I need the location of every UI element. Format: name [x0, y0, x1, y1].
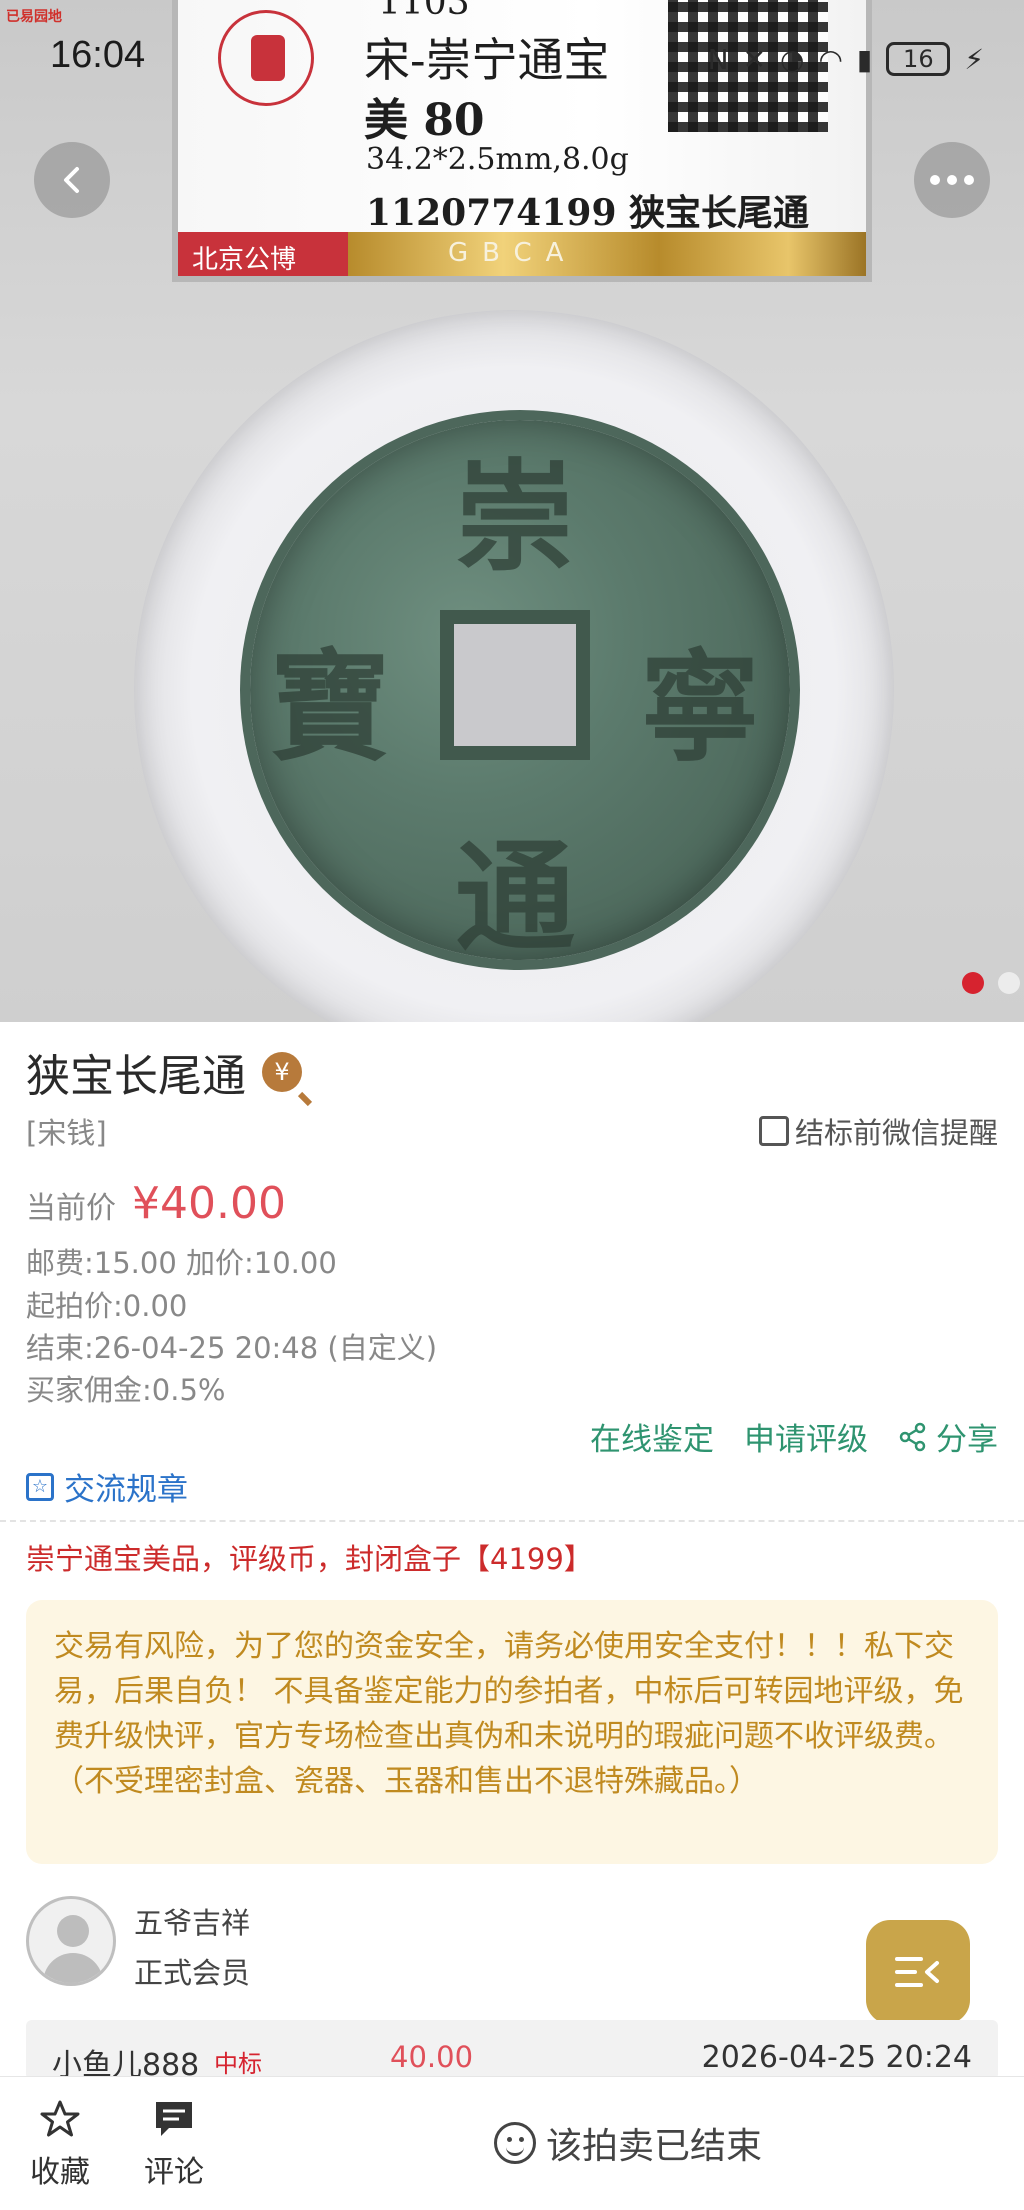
action-links: 在线鉴定 申请评级 分享: [590, 1414, 998, 1459]
remind-label: 结标前微信提醒: [794, 1116, 998, 1150]
label-org-text: 北京公博: [192, 245, 297, 275]
favorite-label: 收藏: [30, 2155, 90, 2190]
status-icons: N ✕ ◔ ◠ ▮ 16 ⚡: [708, 42, 984, 76]
seller-info: 五爷吉祥 正式会员: [134, 1896, 250, 1992]
end-time: 结束:26-04-25 20:48 (自定义): [26, 1331, 438, 1365]
charging-icon: ⚡: [964, 42, 984, 76]
wechat-remind-toggle[interactable]: 结标前微信提醒: [758, 1110, 998, 1152]
seller-avatar[interactable]: [26, 1896, 116, 1986]
comment-icon: [156, 2102, 192, 2136]
winning-bid-row: 小鱼儿888 中标 40.00 2026-04-25 20:24: [26, 2020, 998, 2083]
label-serial: 1120774199 狭宝长尾通: [366, 192, 810, 234]
coin-square-hole: [440, 610, 590, 760]
apply-grading-link[interactable]: 申请评级: [744, 1414, 868, 1459]
nfc-icon: N: [707, 42, 729, 76]
image-pager: [962, 972, 1020, 994]
share-label: 分享: [936, 1422, 998, 1458]
star-icon: [40, 2100, 80, 2137]
signal-icon: ▮: [856, 42, 873, 76]
item-title-row: 狭宝长尾通 ¥: [26, 1040, 302, 1104]
auction-ended-status: 该拍卖已结束: [494, 2117, 762, 2169]
mute-icon: ✕: [742, 42, 767, 76]
current-price-label: 当前价: [26, 1191, 116, 1226]
seller-name: 五爷吉祥: [134, 1906, 251, 1940]
label-spec: 34.2*2.5mm,8.0g: [366, 142, 629, 177]
price-row: 当前价 ¥40.00: [26, 1178, 286, 1229]
auction-ended-label: 该拍卖已结束: [546, 2126, 763, 2167]
section-divider: [0, 1520, 1024, 1522]
bottom-bar: 收藏 评论 该拍卖已结束: [0, 2076, 1024, 2210]
label-band: GBCA: [348, 232, 866, 276]
bid-won-tag: 中标: [214, 2050, 262, 2078]
pager-dot[interactable]: [998, 972, 1020, 994]
app-badge: 已易园地: [6, 9, 62, 25]
comment-button[interactable]: 评论: [144, 2099, 204, 2191]
label-org: 北京公博: [178, 232, 348, 276]
coin-char-left: 寶: [270, 637, 390, 778]
coin-char-bottom: 通: [455, 827, 575, 968]
more-dots-icon: [930, 175, 974, 185]
coin-char-top: 崇: [455, 447, 575, 588]
item-category[interactable]: [宋钱]: [26, 1110, 107, 1152]
description-title: 崇宁通宝美品，评级币，封闭盒子【4199】: [26, 1542, 593, 1576]
collapse-menu-icon: [895, 1957, 939, 1987]
share-icon: [899, 1422, 926, 1451]
exchange-rules-link[interactable]: ☆ 交流规章: [26, 1464, 188, 1509]
favorite-button[interactable]: 收藏: [30, 2099, 90, 2191]
coin-char-right: 寧: [640, 637, 760, 778]
start-price: 起拍价:0.00: [26, 1289, 188, 1323]
bid-time: 2026-04-25 20:24: [701, 2040, 972, 2075]
remind-checkbox[interactable]: [758, 1116, 789, 1146]
label-band-text: GBCA: [448, 238, 578, 268]
smile-icon: [494, 2122, 536, 2164]
wifi-icon: ◠: [818, 42, 843, 76]
bid-price: 40.00: [390, 2040, 474, 2074]
pager-dot-active[interactable]: [962, 972, 984, 994]
coin-image: 崇 通 寶 寧: [250, 420, 790, 968]
floating-menu-button[interactable]: [866, 1920, 970, 2024]
online-appraise-link[interactable]: 在线鉴定: [590, 1414, 714, 1459]
seller-card[interactable]: 五爷吉祥 正式会员: [26, 1896, 250, 1992]
status-bar: 已易园地 16:04 N ✕ ◔ ◠ ▮ 16 ⚡: [0, 0, 1024, 110]
back-button[interactable]: [34, 142, 110, 218]
risk-notice: 交易有风险，为了您的资金安全，请务必使用安全支付！！！私下交易，后果自负！ 不具…: [26, 1600, 998, 1864]
item-title: 狭宝长尾通: [26, 1051, 246, 1102]
current-price: ¥40.00: [132, 1178, 286, 1229]
alarm-icon: ◔: [780, 42, 805, 76]
chevron-left-icon: [64, 167, 79, 193]
rules-icon: ☆: [26, 1472, 54, 1501]
item-photo[interactable]: 1103 宋-崇宁通宝 美 80 34.2*2.5mm,8.0g 1120774…: [0, 0, 1024, 1022]
comment-label: 评论: [144, 2155, 204, 2190]
battery-icon: 16: [886, 42, 951, 76]
status-time: 16:04: [50, 34, 146, 76]
shipping-increment: 邮费:15.00 加价:10.00: [26, 1246, 337, 1280]
buyer-commission: 买家佣金:0.5%: [26, 1373, 226, 1407]
rules-label: 交流规章: [64, 1472, 188, 1508]
more-options-button[interactable]: [914, 142, 990, 218]
price-search-icon[interactable]: ¥: [262, 1052, 302, 1092]
seller-level: 正式会员: [134, 1956, 251, 1990]
share-button[interactable]: 分享: [898, 1414, 998, 1459]
